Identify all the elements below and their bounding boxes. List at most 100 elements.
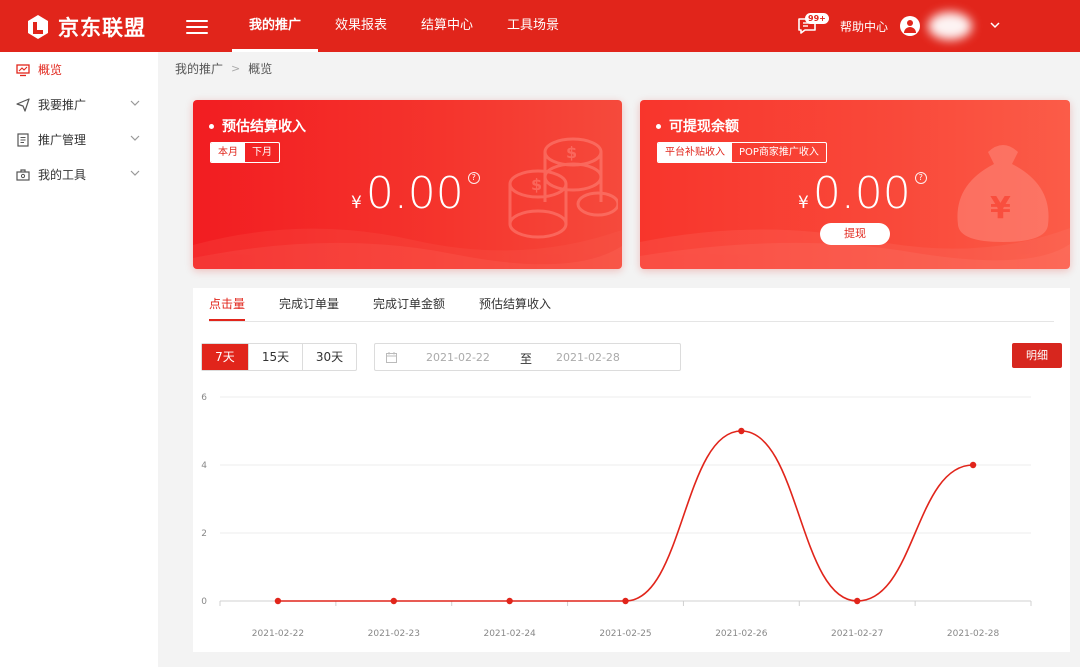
x-tick-label: 2021-02-23 [368,629,420,639]
data-point[interactable] [390,597,397,605]
top-nav: 我的推广 效果报表 结算中心 工具场景 [232,0,576,52]
svg-text:$: $ [531,175,542,194]
detail-button[interactable]: 明细 [1012,343,1062,368]
toolbox-icon [16,168,30,181]
card-title: 可提现余额 [656,116,739,136]
data-point[interactable] [622,597,629,605]
menu-toggle-icon[interactable] [186,16,208,36]
y-tick-label: 2 [201,529,207,539]
sidebar-item-my-tools[interactable]: 我的工具 [0,157,158,192]
x-tick-label: 2021-02-28 [947,629,1000,639]
svg-text:¥: ¥ [990,191,1011,226]
data-point[interactable] [969,461,977,469]
breadcrumb: 我的推广 > 概览 [175,60,272,77]
chevron-down-icon[interactable] [130,134,140,142]
jd-union-logo[interactable]: 京东联盟 [24,12,146,42]
send-icon [16,97,30,112]
withdraw-button[interactable]: 提现 [820,223,890,245]
coins-decoration-icon: $ $ [508,137,618,239]
chevron-down-icon[interactable] [989,20,1001,30]
period-selector: 7天 15天 30天 [201,343,357,371]
settlement-title: 预估结算收入 [222,119,306,135]
balance-amount-value: 0.00 [812,168,911,219]
settlement-amount-value: 0.00 [365,168,464,219]
nav-settlement-center[interactable]: 结算中心 [404,0,490,52]
svg-text:$: $ [566,143,577,162]
toggle-next-month[interactable]: 下月 [245,143,279,162]
nav-performance-report[interactable]: 效果报表 [318,0,404,52]
top-navbar: 京东联盟 我的推广 效果报表 结算中心 工具场景 99+ 帮助中心 [0,0,1080,52]
tabs-divider [209,321,1054,322]
currency-symbol: ¥ [351,193,362,213]
x-tick-label: 2021-02-27 [831,629,883,639]
sidebar-item-label: 概览 [38,63,63,77]
help-question-icon[interactable]: ? [914,172,927,184]
data-point[interactable] [854,597,861,605]
period-7-days[interactable]: 7天 [202,344,249,370]
clicks-line-chart: 0 2 4 6 2021-02-22 2021-02-23 2021-02-24 2021-0… [201,393,1032,639]
breadcrumb-separator: > [231,62,241,75]
data-point[interactable] [738,427,745,435]
y-tick-label: 4 [201,461,207,471]
date-start-input[interactable]: 2021-02-22 [426,351,490,364]
breadcrumb-current: 概览 [248,62,273,76]
user-name-redacted[interactable] [928,12,972,40]
tab-completed-order-amount[interactable]: 完成订单金额 [373,288,445,321]
sidebar-item-label: 推广管理 [38,133,87,147]
sidebar-item-overview[interactable]: 概览 [0,52,158,87]
x-tick-label: 2021-02-24 [483,629,536,639]
x-tick-label: 2021-02-22 [252,629,304,639]
y-tick-label: 0 [201,597,207,607]
logo-mark-icon [28,15,48,39]
card-title: 预估结算收入 [209,116,306,136]
toggle-pop-merchant[interactable]: POP商家推广收入 [732,143,826,162]
sidebar-item-promotion-management[interactable]: 推广管理 [0,122,158,157]
x-tick-label: 2021-02-25 [599,629,651,639]
toggle-platform-subsidy[interactable]: 平台补贴收入 [658,143,732,162]
chevron-down-icon[interactable] [130,169,140,177]
toggle-this-month[interactable]: 本月 [211,143,245,162]
nav-tool-scenes[interactable]: 工具场景 [490,0,576,52]
month-toggle: 本月 下月 [210,142,280,163]
message-badge: 99+ [805,13,829,24]
x-tick-label: 2021-02-26 [715,629,768,639]
money-bag-decoration-icon: ¥ [957,145,1049,242]
settlement-amount: ¥ 0.00 ? [351,168,480,219]
breadcrumb-parent[interactable]: 我的推广 [175,60,223,77]
help-center-link[interactable]: 帮助中心 [840,18,888,35]
sidebar-item-label: 我要推广 [38,98,87,112]
user-avatar-icon[interactable] [900,16,920,36]
sidebar: 概览 我要推广 推广管理 我的工具 [0,52,158,667]
chevron-down-icon[interactable] [130,99,140,107]
nav-my-promotion[interactable]: 我的推广 [232,0,319,52]
series-line [277,430,974,602]
tab-estimated-settlement[interactable]: 预估结算收入 [479,288,551,321]
calendar-icon [386,352,397,363]
date-range-picker[interactable]: 2021-02-22 至 2021-02-28 [374,343,681,371]
data-point[interactable] [506,597,513,605]
list-doc-icon [17,132,29,147]
date-end-input[interactable]: 2021-02-28 [556,351,620,364]
bullet-dot [656,123,661,129]
period-15-days[interactable]: 15天 [249,344,303,370]
bullet-dot [209,123,214,129]
data-point[interactable] [274,597,282,605]
help-question-icon[interactable]: ? [467,172,480,184]
logo-text: 京东联盟 [58,16,146,40]
income-type-toggle: 平台补贴收入 POP商家推广收入 [657,142,827,163]
period-30-days[interactable]: 30天 [303,344,356,370]
y-tick-label: 6 [201,393,207,403]
date-range-separator: 至 [520,352,533,366]
sidebar-item-label: 我的工具 [38,168,87,182]
balance-title: 可提现余额 [669,119,739,135]
tab-completed-orders[interactable]: 完成订单量 [279,288,339,321]
stats-panel: 点击量 完成订单量 完成订单金额 预估结算收入 7天 15天 30天 2021-… [193,288,1070,652]
estimated-settlement-card: $ $ 预估结算收入 本月 下月 ¥ 0.00 ? [193,100,622,269]
tab-clicks[interactable]: 点击量 [209,288,246,321]
withdrawable-balance-card: ¥ 可提现余额 平台补贴收入 POP商家推广收入 ¥ 0.00 ? 提现 [640,100,1070,269]
sidebar-item-promote[interactable]: 我要推广 [0,87,158,122]
balance-amount: ¥ 0.00 ? [798,168,927,219]
currency-symbol: ¥ [798,193,809,213]
metric-tabs: 点击量 完成订单量 完成订单金额 预估结算收入 [209,288,585,321]
monitor-icon [16,63,30,76]
